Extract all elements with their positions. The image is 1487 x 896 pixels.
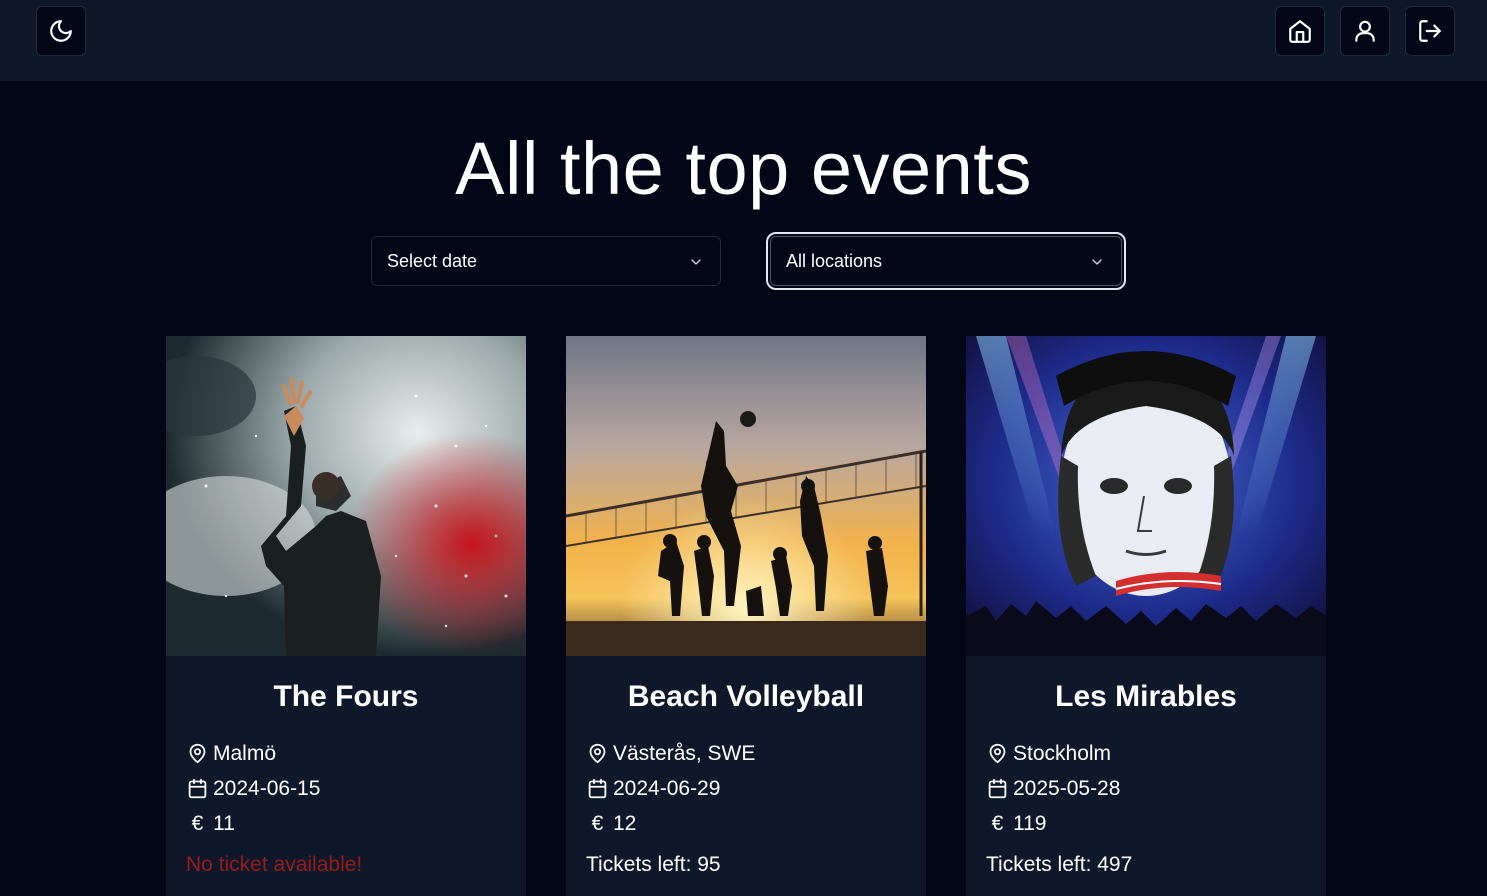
ticket-status: No ticket available! — [186, 853, 363, 876]
home-icon — [1289, 20, 1311, 43]
euro-icon: € — [191, 811, 204, 835]
event-image-concert — [166, 336, 526, 656]
event-date-text: 2024-06-15 — [213, 776, 321, 800]
event-location-text: Malmö — [213, 741, 277, 765]
map-pin-icon — [989, 743, 1006, 764]
event-date: 2024-06-15 — [166, 771, 526, 806]
location-select-value: All locations — [786, 250, 883, 271]
event-location: Västerås, SWE — [566, 736, 926, 771]
event-title: Beach Volleyball — [627, 680, 865, 713]
theme-toggle-button[interactable] — [36, 6, 86, 56]
event-location-text: Stockholm — [1013, 741, 1112, 765]
event-image-musical — [966, 336, 1326, 656]
calendar-icon — [188, 778, 207, 799]
euro-icon: € — [991, 811, 1004, 835]
ticket-status: Tickets left: 95 — [586, 853, 721, 876]
date-select-value: Select date — [387, 250, 478, 271]
ticket-status: Tickets left: 497 — [986, 853, 1133, 876]
calendar-icon — [588, 778, 607, 799]
event-card[interactable]: The Fours Malmö 2024-06-15 € 11 No ticke… — [166, 336, 526, 896]
event-price: € 11 — [166, 806, 526, 841]
user-icon — [1355, 20, 1375, 42]
event-price-text: 119 — [1013, 811, 1047, 835]
event-title: The Fours — [273, 680, 419, 713]
event-location: Stockholm — [966, 736, 1326, 771]
map-pin-icon — [189, 743, 206, 764]
chevron-down-icon — [1092, 259, 1102, 265]
page-title: All the top events — [455, 127, 1032, 210]
event-price-text: 12 — [613, 811, 637, 835]
event-date: 2025-05-28 — [966, 771, 1326, 806]
date-select[interactable]: Select date — [371, 236, 721, 286]
map-pin-icon — [589, 743, 606, 764]
euro-icon: € — [591, 811, 604, 835]
logout-button[interactable] — [1405, 6, 1455, 56]
event-price: € 119 — [966, 806, 1326, 841]
event-price: € 12 — [566, 806, 926, 841]
event-card[interactable]: Beach Volleyball Västerås, SWE 2024-06-2… — [566, 336, 926, 896]
event-image-beach-volleyball — [566, 336, 926, 656]
profile-button[interactable] — [1340, 6, 1390, 56]
event-date-text: 2025-05-28 — [1013, 776, 1121, 800]
moon-icon — [50, 20, 72, 42]
location-select[interactable]: All locations — [766, 232, 1126, 290]
event-location-text: Västerås, SWE — [613, 741, 756, 765]
event-card[interactable]: Les Mirables Stockholm 2025-05-28 € 119 … — [966, 336, 1326, 896]
chevron-down-icon — [691, 259, 701, 265]
event-date: 2024-06-29 — [566, 771, 926, 806]
calendar-icon — [988, 778, 1007, 799]
event-date-text: 2024-06-29 — [613, 776, 721, 800]
home-button[interactable] — [1275, 6, 1325, 56]
log-out-icon — [1419, 20, 1441, 42]
top-navigation-bar — [0, 0, 1487, 81]
event-location: Malmö — [166, 736, 526, 771]
event-price-text: 11 — [213, 811, 235, 835]
event-title: Les Mirables — [1055, 680, 1237, 713]
